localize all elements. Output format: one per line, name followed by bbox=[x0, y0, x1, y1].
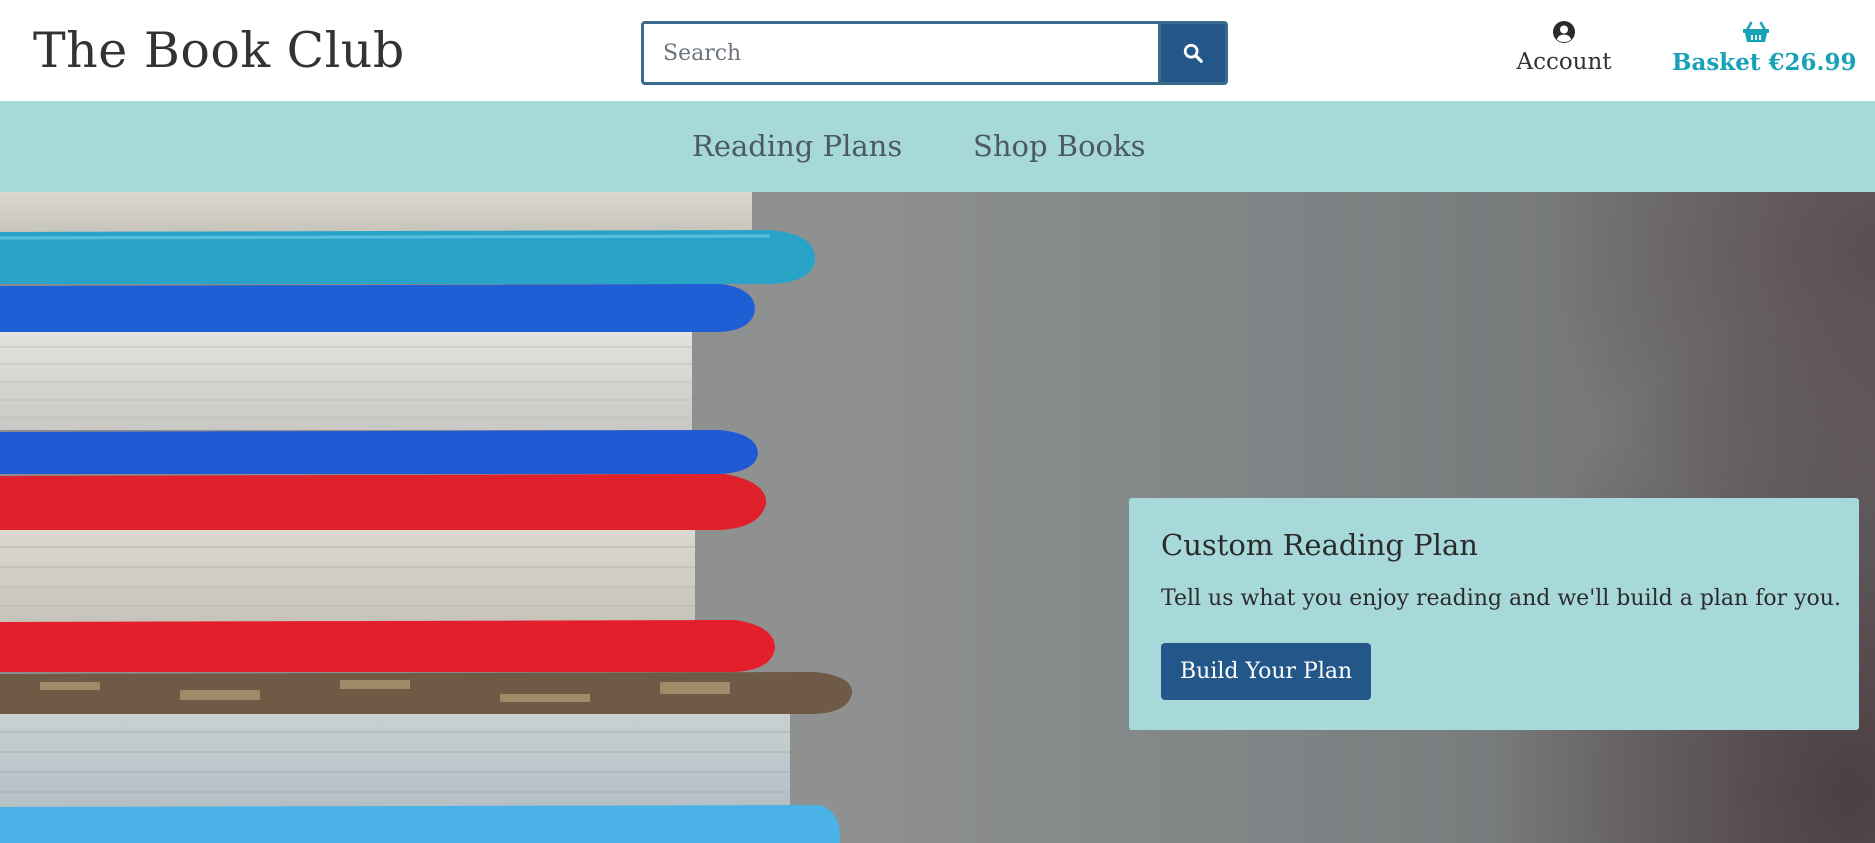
account-label: Account bbox=[1516, 49, 1612, 75]
stack-of-books-image bbox=[0, 192, 852, 843]
search-input[interactable] bbox=[644, 24, 1158, 82]
build-your-plan-button[interactable]: Build Your Plan bbox=[1161, 643, 1372, 700]
nav-item-reading-plans[interactable]: Reading Plans bbox=[692, 129, 902, 163]
user-circle-icon bbox=[1553, 21, 1575, 43]
promo-title: Custom Reading Plan bbox=[1161, 528, 1478, 562]
search-button[interactable] bbox=[1158, 24, 1225, 82]
promo-text: Tell us what you enjoy reading and we'll… bbox=[1161, 586, 1841, 611]
account-link[interactable]: Account bbox=[1505, 20, 1623, 75]
search-form bbox=[641, 21, 1228, 85]
site-logo[interactable]: The Book Club bbox=[33, 22, 405, 79]
reading-plan-promo-card: Custom Reading Plan Tell us what you enj… bbox=[1129, 498, 1859, 730]
search-icon bbox=[1183, 43, 1203, 63]
shopping-basket-icon bbox=[1743, 21, 1769, 42]
site-header: The Book Club Account Basket €26.99 bbox=[0, 0, 1875, 101]
main-navigation: Reading Plans Shop Books bbox=[0, 101, 1875, 192]
nav-item-shop-books[interactable]: Shop Books bbox=[973, 129, 1145, 163]
basket-link[interactable]: Basket €26.99 bbox=[1672, 20, 1857, 76]
hero-section: Custom Reading Plan Tell us what you enj… bbox=[0, 192, 1875, 843]
basket-total-label: Basket €26.99 bbox=[1672, 49, 1857, 76]
